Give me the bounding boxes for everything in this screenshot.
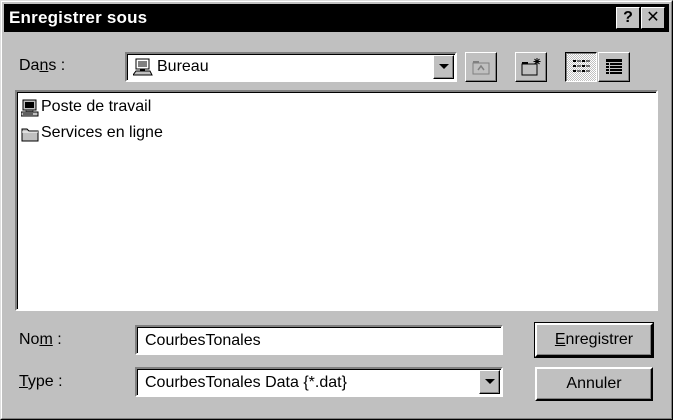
save-button[interactable]: Enregistrer: [534, 322, 654, 358]
location-dropdown-button[interactable]: [433, 55, 454, 79]
file-label: Poste de travail: [41, 98, 152, 115]
chevron-down-icon: [439, 64, 449, 69]
new-folder-icon: [521, 58, 541, 76]
desktop-icon: [133, 58, 153, 76]
create-new-folder-button[interactable]: [515, 52, 547, 82]
up-one-level-button[interactable]: [465, 52, 497, 82]
close-icon: ✕: [646, 9, 660, 26]
filetype-label: Type :: [19, 373, 63, 390]
folder-icon: [21, 128, 39, 142]
details-view-button[interactable]: [598, 52, 630, 82]
dialog-title: Enregistrer sous: [9, 8, 148, 27]
list-view-button[interactable]: [565, 52, 597, 82]
file-list[interactable]: Poste de travail Services en ligne: [15, 90, 658, 311]
up-folder-icon: [472, 61, 490, 75]
close-button[interactable]: ✕: [641, 7, 665, 29]
details-view-icon: [606, 59, 622, 74]
file-label: Services en ligne: [41, 124, 163, 141]
location-value: Bureau: [157, 58, 209, 75]
title-bar[interactable]: Enregistrer sous ? ✕: [4, 4, 669, 32]
list-view-icon: [573, 60, 590, 72]
my-computer-icon: [21, 99, 39, 117]
cancel-button[interactable]: Annuler: [535, 367, 653, 401]
filetype-dropdown[interactable]: CourbesTonales Data {*.dat}: [135, 367, 503, 397]
location-label: Dans :: [19, 57, 66, 74]
filetype-value: CourbesTonales Data {*.dat}: [145, 374, 347, 391]
filename-input[interactable]: CourbesTonales: [135, 325, 503, 355]
filename-label: Nom :: [19, 331, 62, 348]
filename-value: CourbesTonales: [145, 332, 261, 349]
help-button[interactable]: ?: [616, 7, 640, 29]
location-dropdown[interactable]: Bureau: [125, 52, 457, 82]
save-as-dialog: Enregistrer sous ? ✕ Dans : Bureau Poste…: [0, 0, 673, 420]
chevron-down-icon: [485, 379, 495, 384]
filetype-dropdown-button[interactable]: [479, 370, 500, 394]
